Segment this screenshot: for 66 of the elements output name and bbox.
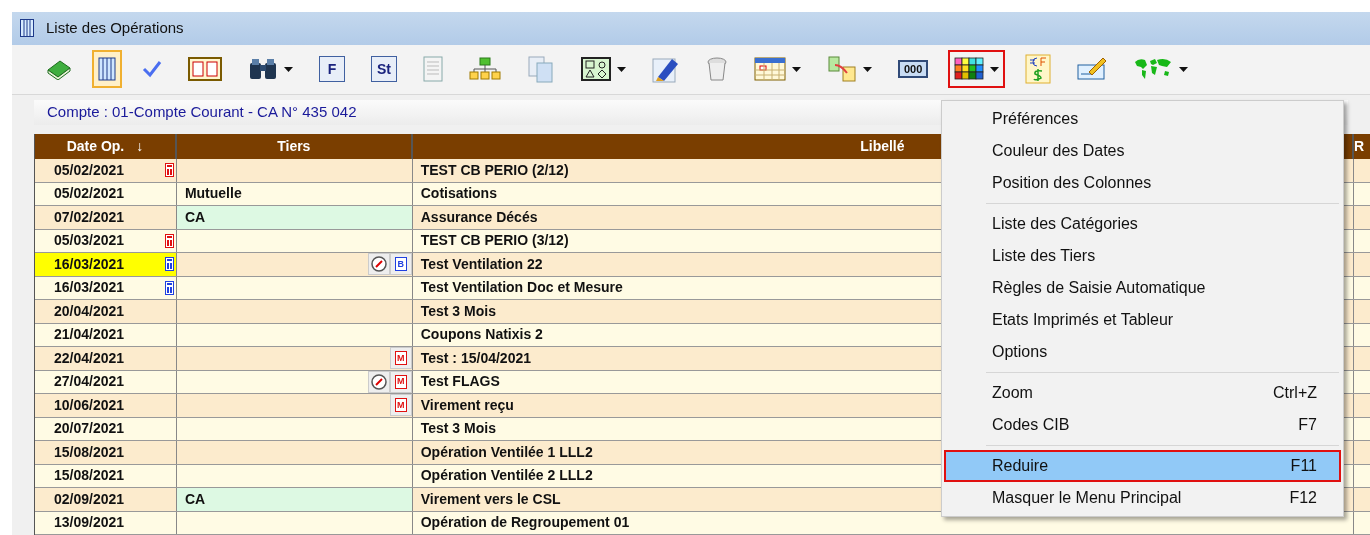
date-text: 10/06/2021 [54, 395, 125, 415]
copy-icon [527, 55, 555, 84]
date-text: 21/04/2021 [54, 325, 125, 345]
letter-tool-icon: St [371, 56, 397, 83]
menu-item-label: Préférences [992, 109, 1079, 129]
toolbar-button[interactable]: F [313, 50, 351, 89]
trash-icon [706, 56, 728, 83]
columns-icon [98, 57, 116, 82]
menu-item[interactable]: Préférences [944, 103, 1341, 135]
flag-letter: M [394, 351, 407, 366]
column-header[interactable]: R [1354, 134, 1370, 159]
numbers-icon [188, 57, 222, 82]
toolbar-button[interactable]: St [365, 50, 403, 89]
color-grid-icon [954, 57, 985, 82]
menu-shortcut: F12 [1289, 488, 1317, 508]
cheque-icon [1077, 56, 1108, 83]
letter-tool-icon: F [319, 56, 345, 83]
menu-item-label: Couleur des Dates [992, 141, 1125, 161]
date-text: 16/03/2021 [54, 254, 125, 274]
checkmark-icon [142, 60, 162, 79]
date-text: 13/09/2021 [54, 513, 125, 533]
caret-icon [792, 66, 801, 72]
tiers-text: CA [184, 207, 206, 227]
tiers-text: CA [184, 489, 206, 509]
sort-indicator: ↓ [136, 137, 144, 156]
date-text: 07/02/2021 [54, 207, 125, 227]
binoculars-icon [248, 57, 278, 82]
flag-letter: B [394, 257, 407, 272]
caret-icon [284, 66, 293, 72]
document-icon [423, 56, 443, 83]
menu-item-label: Masquer le Menu Principal [992, 488, 1182, 508]
menu-item-label: Règles de Saisie Automatique [992, 278, 1206, 298]
menu-item-label: Codes CIB [992, 415, 1070, 435]
window-title: Liste des Opérations [46, 18, 184, 39]
menu-shortcut: F7 [1298, 415, 1317, 435]
hierarchy-icon [469, 57, 501, 82]
date-text: 16/03/2021 [54, 278, 125, 298]
caret-icon [863, 66, 872, 72]
date-text: 05/02/2021 [54, 184, 125, 204]
date-text: 22/04/2021 [54, 348, 125, 368]
toolbar-button[interactable]: 000 [892, 50, 935, 89]
date-text: 15/08/2021 [54, 466, 125, 486]
date-text: 05/02/2021 [54, 160, 125, 180]
calendar-icon [754, 56, 786, 83]
currency-icon [1025, 54, 1052, 85]
column-title: Date Op. [66, 137, 125, 156]
date-text: 02/09/2021 [54, 489, 125, 509]
toolbar-button[interactable] [948, 50, 1006, 89]
account-label: Compte : 01-Compte Courant - CA N° 435 042 [47, 102, 357, 123]
date-text: 27/04/2021 [54, 372, 125, 392]
flag-letter: M [394, 374, 407, 389]
caret-icon [990, 66, 1000, 72]
date-text: 20/04/2021 [54, 301, 125, 321]
caret-icon [617, 66, 626, 72]
digits-icon: 000 [898, 60, 929, 79]
date-text: 15/08/2021 [54, 442, 125, 462]
pen-icon [652, 55, 680, 84]
tiers-text: Mutuelle [184, 184, 242, 204]
date-text: 20/07/2021 [54, 419, 125, 439]
book-icon [46, 58, 72, 81]
date-text: 05/03/2021 [54, 231, 125, 251]
columns-icon [20, 19, 34, 38]
transfer-icon [827, 55, 857, 84]
flag-letter: M [394, 398, 407, 413]
shapes-icon [581, 57, 611, 82]
caret-icon [1179, 66, 1189, 72]
